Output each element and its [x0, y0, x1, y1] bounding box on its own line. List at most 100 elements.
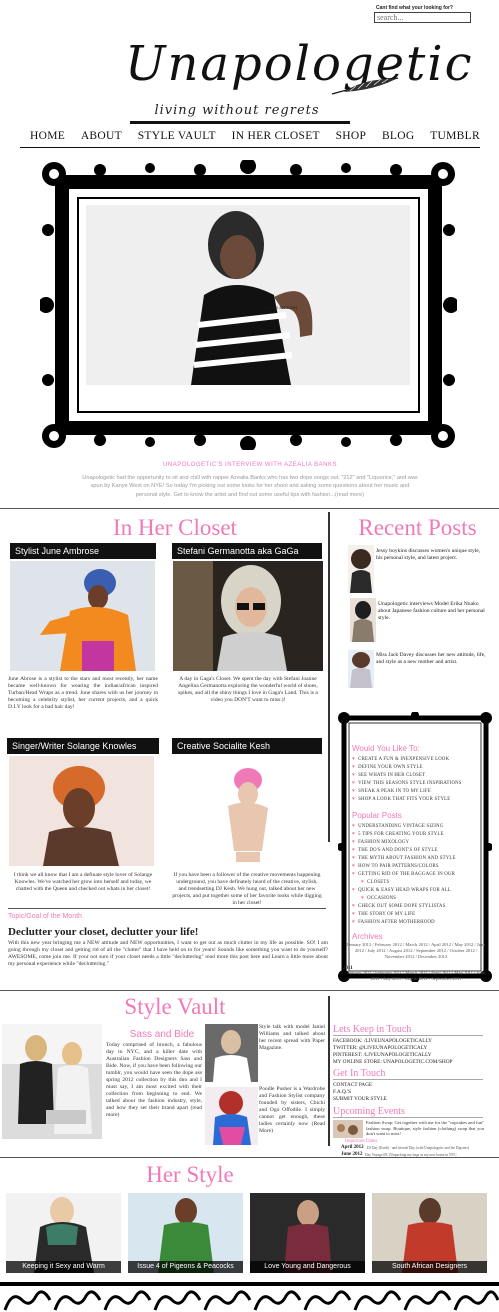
in-her-closet-title: In Her Closet	[113, 515, 237, 540]
topic-title[interactable]: Declutter your closet, declutter your li…	[8, 926, 198, 938]
popular-item-7[interactable]: GETTING RID OF THE BAGGAGE IN OUR	[352, 872, 455, 877]
popular-item-5[interactable]: THE MYTH ABOUT FASHION AND STYLE	[352, 856, 456, 861]
facebook-link[interactable]: FACEBOOK: /LIVEUNAPOLOGETICALLY	[333, 1038, 432, 1044]
column-divider	[328, 512, 330, 842]
upcoming-events-title: Upcoming Events	[333, 1106, 405, 1117]
post-label-solange[interactable]: Singer/Writer Solange Knowles	[7, 738, 159, 754]
her-style-item-2[interactable]: Issue 4 of Pigeons & Peacocks	[128, 1193, 243, 1273]
popular-posts-heading: Popular Posts	[352, 811, 402, 820]
nav-blog[interactable]: BLOG	[382, 130, 415, 142]
would-you-like-heading: Would You Like To:	[352, 744, 420, 753]
post-label-gaga[interactable]: Stefani Germanotta aka GaGa	[172, 543, 322, 559]
search-label: Cant find what your looking for?	[376, 5, 453, 11]
hero-caption[interactable]: UNAPOLOGETIC'S INTERVIEW WITH AZEALIA BA…	[40, 462, 460, 468]
would-item-4[interactable]: VIEW THIS SEASONS STYLE INSPIRATIONS	[352, 781, 462, 786]
event-text[interactable]: Fashion Swap: Get together with me for t…	[366, 1120, 484, 1137]
her-style-divider	[0, 1157, 499, 1158]
her-style-caption-3: Love Young and Dangerous	[250, 1261, 365, 1273]
get-in-touch-title: Get In Touch	[333, 1068, 386, 1079]
nav-shop[interactable]: SHOP	[336, 130, 367, 142]
popular-item-8[interactable]: QUICK & EASY HEAD WRAPS FOR ALL	[352, 888, 451, 893]
poodle-pusher-photo[interactable]	[205, 1087, 258, 1145]
recent-post-1-text[interactable]: Jessy boykins discusses women's unique s…	[376, 548, 486, 562]
hero-photo[interactable]: I GOOD ENOUGH	[86, 205, 410, 385]
popular-item-8b[interactable]: OCCASIONS	[352, 896, 396, 901]
recent-post-2-text[interactable]: Unapologetic interviews Model Erika Nnak…	[378, 601, 488, 622]
recent-post-1-photo[interactable]	[348, 545, 374, 593]
online-store-link[interactable]: MY ONLINE STORE: UNAPOLOGETIC.COM/SHOP	[333, 1059, 452, 1065]
sass-and-bide-photo[interactable]	[2, 1024, 102, 1139]
get-in-touch-underline	[333, 1079, 483, 1080]
important-dates-label: Important Dates	[345, 1139, 378, 1144]
recent-post-3-photo[interactable]	[348, 650, 374, 688]
tagline-underline	[130, 121, 350, 124]
faq-link[interactable]: F.A.Q.'S	[333, 1089, 351, 1095]
solange-photo[interactable]	[9, 756, 154, 866]
popular-item-3[interactable]: FASHION MIXOLOGY	[352, 840, 409, 845]
search-input[interactable]	[374, 12, 471, 23]
event-photo[interactable]	[333, 1120, 363, 1138]
site-tagline: living without regrets	[154, 103, 320, 118]
popular-item-9[interactable]: CHECK OUT SOME DOPE STYLISTAS	[352, 904, 446, 909]
archive-2012[interactable]: January 2012 / February 2012 / March 201…	[346, 942, 486, 961]
her-style-item-3[interactable]: Love Young and Dangerous	[250, 1193, 365, 1273]
kesh-photo[interactable]	[200, 756, 295, 866]
would-item-5[interactable]: SNEAK A PEAK IN TO MY LIFE	[352, 789, 431, 794]
would-item-3[interactable]: SEE WHATS IN HER CLOSET	[352, 773, 425, 778]
column-divider-2	[328, 996, 330, 1146]
popular-item-4[interactable]: THE DO'S AND DONT'S OF STYLE	[352, 848, 438, 853]
would-item-2[interactable]: DEFINE YOUR OWN STYLE	[352, 765, 423, 770]
her-style-title: Her Style	[146, 1162, 234, 1187]
twitter-link[interactable]: TWITTER: @LIVEUNAPOLOGETICALY	[333, 1045, 427, 1051]
ornate-border	[0, 1282, 499, 1311]
topic-divider	[8, 908, 326, 909]
recent-posts-title: Recent Posts	[358, 515, 477, 540]
sass-and-bide-text: Today comprised of brunch, a fabulous da…	[106, 1042, 202, 1118]
post-label-kesh[interactable]: Creative Socialite Kesh	[172, 738, 322, 754]
nav-home[interactable]: HOME	[30, 130, 65, 142]
her-style-caption-4: South African Designers	[372, 1261, 487, 1273]
would-item-1[interactable]: CREATE A FUN & INEXPENSIVE LOOK	[352, 757, 449, 762]
archives-heading: Archives	[352, 932, 383, 941]
style-vault-divider	[0, 990, 499, 991]
topic-text: With this new year bringing me a NEW att…	[8, 940, 328, 967]
pinterest-link[interactable]: PINTEREST: /LIVEUNAPOLOGETICALLY	[333, 1052, 432, 1058]
section-divider	[0, 508, 499, 509]
hero-description: Unapologetic had the opportunity to sit …	[82, 475, 418, 498]
contact-page-link[interactable]: CONTACT PAGE	[333, 1082, 372, 1088]
recent-post-2-photo[interactable]	[350, 598, 376, 642]
gaga-photo[interactable]	[173, 561, 323, 671]
nav-tumblr[interactable]: TUMBLR	[430, 130, 480, 142]
popular-item-2[interactable]: 5 TIPS FOR CREATING YOUR STYLE	[352, 832, 444, 837]
popular-item-11[interactable]: FASHION AFTER MOTHERHOOD	[352, 920, 435, 925]
her-style-item-1[interactable]: Keeping it Sexy and Warm	[6, 1193, 121, 1273]
main-nav: HOME ABOUT STYLE VAULT IN HER CLOSET SHO…	[30, 130, 480, 142]
gaga-text: A day in Gaga's Closet. We spent the day…	[178, 676, 318, 703]
post-label-june[interactable]: Stylist June Ambrose	[10, 543, 156, 559]
june-ambrose-text: June Abrose is a stylist to the stars an…	[8, 676, 158, 710]
nav-style-vault[interactable]: STYLE VAULT	[138, 130, 216, 142]
popular-item-1[interactable]: UNDERSTANDING VINTAGE SIZING	[352, 824, 443, 829]
june-ambrose-photo[interactable]	[10, 561, 155, 671]
popular-item-7b[interactable]: CLOSETS	[352, 880, 389, 885]
tattoo-text: I GOOD ENOUGH	[264, 305, 297, 310]
would-item-6[interactable]: SHOP A LOOK THAT FITS YOUR STYLE	[352, 797, 450, 802]
submit-style-link[interactable]: SUBMIT YOUR STYLE	[333, 1096, 387, 1102]
model-photo[interactable]	[205, 1024, 258, 1082]
archive-2011[interactable]: January 2011 / February 2011 / March 201…	[346, 970, 486, 982]
kesh-text: If you have been a follower of the creat…	[172, 872, 322, 906]
recent-post-3-text[interactable]: Miss Jack Davey discusses her new attitu…	[376, 652, 486, 666]
nav-about[interactable]: ABOUT	[81, 130, 122, 142]
poodle-pusher-text: Poodle Pusher is a Wardrobe and Fashion …	[259, 1086, 325, 1134]
keep-in-touch-underline	[333, 1035, 483, 1036]
her-style-item-4[interactable]: South African Designers	[372, 1193, 487, 1273]
popular-item-10[interactable]: THE STORY OF MY LIFE	[352, 912, 415, 917]
sass-and-bide-title[interactable]: Sass and Bide	[122, 1029, 202, 1040]
feather-icon	[331, 77, 399, 95]
keep-in-touch-title: Lets Keep in Touch	[333, 1024, 412, 1035]
her-style-caption-1: Keeping it Sexy and Warm	[6, 1261, 121, 1273]
solange-text: I think we all know that I am a definate…	[13, 872, 153, 892]
popular-item-6[interactable]: HOW TO PAIR PATTERNS/COLORS	[352, 864, 439, 869]
date-1-label: April 2012	[341, 1145, 364, 1150]
nav-in-her-closet[interactable]: IN HER CLOSET	[232, 130, 320, 142]
